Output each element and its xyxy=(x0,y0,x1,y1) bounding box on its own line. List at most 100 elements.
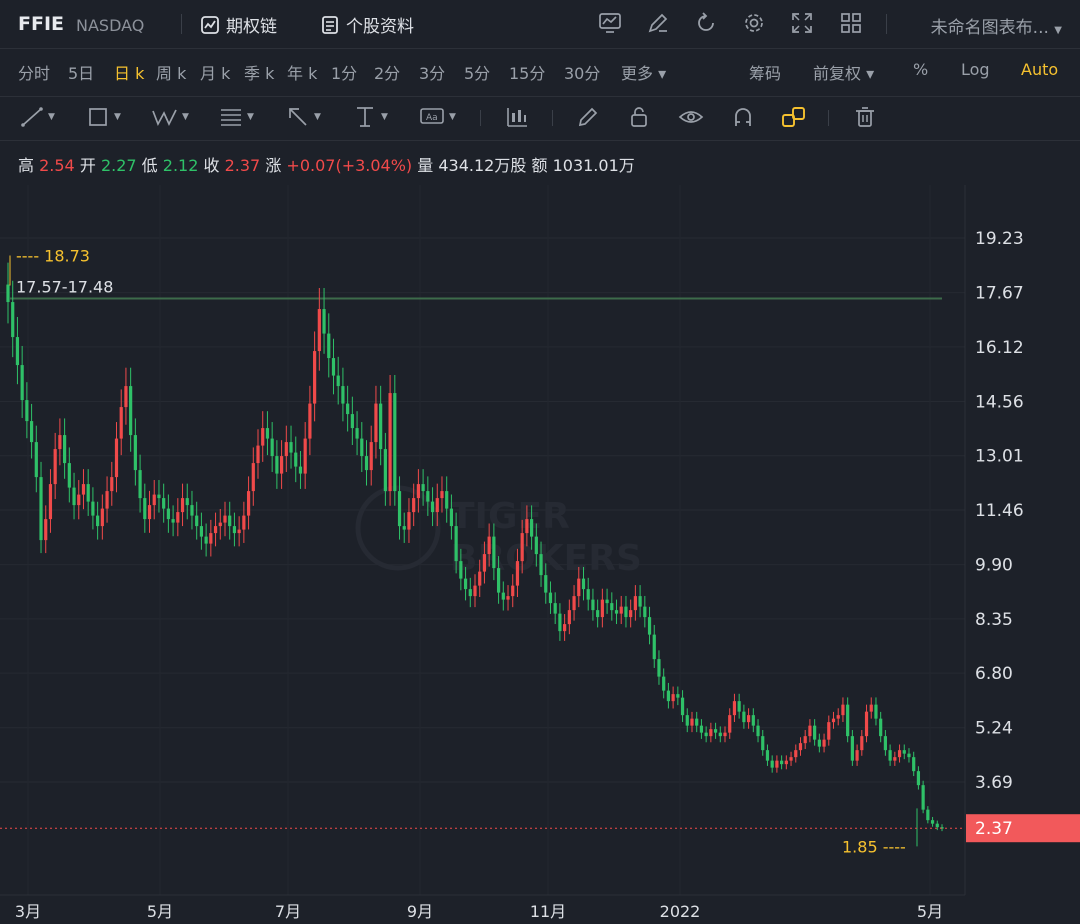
candle-body xyxy=(572,596,576,611)
magnet-icon xyxy=(735,108,751,126)
period-tab-5[interactable]: 季 k xyxy=(244,60,274,84)
period-tab-2[interactable]: 日 k xyxy=(114,60,144,84)
candle-body xyxy=(869,704,873,712)
fibonacci-icon xyxy=(221,109,241,126)
candle-body xyxy=(581,578,586,590)
candle-body xyxy=(515,561,520,586)
candle-body xyxy=(506,596,510,600)
stock-profile-label: 个股资料 xyxy=(346,17,414,37)
candle-body xyxy=(713,729,718,733)
period-tab-6[interactable]: 年 k xyxy=(287,60,317,84)
pencil-icon xyxy=(578,107,598,127)
layout-name-label: 未命名图表布... xyxy=(930,18,1049,38)
period-tab-13[interactable]: 更多 ▾ xyxy=(621,60,666,84)
period-tab-0[interactable]: 分时 xyxy=(18,60,50,84)
candle-body xyxy=(322,309,326,334)
candle-body xyxy=(553,603,557,614)
divider xyxy=(886,14,887,34)
text-tool[interactable]: Aa ▼ xyxy=(419,104,456,130)
candle-body xyxy=(346,403,350,415)
close-label: 收 xyxy=(203,156,220,175)
fullscreen-icon[interactable] xyxy=(789,11,815,37)
pencil-tool[interactable] xyxy=(576,104,600,130)
candle-body xyxy=(275,456,279,474)
max-marker-label: ---- 18.73 xyxy=(16,247,90,266)
layout-name-dropdown[interactable]: 未命名图表布... ▼ xyxy=(931,13,1062,38)
amount-label: 额 xyxy=(531,156,548,175)
candlestick-chart[interactable]: 19.23 17.67 16.12 14.56 13.01 11.46 9.90 8.35 6.… xyxy=(0,185,1080,924)
measure-tool[interactable]: ▼ xyxy=(353,104,388,130)
candle-body xyxy=(473,585,477,597)
chart-option-2[interactable]: % xyxy=(913,60,928,79)
period-tab-11[interactable]: 15分 xyxy=(509,60,545,84)
candle-body xyxy=(591,599,595,611)
visibility-tool[interactable] xyxy=(678,104,704,130)
x-tick-label: 5月 xyxy=(917,902,943,921)
candle-body xyxy=(176,512,180,523)
close-value: 2.37 xyxy=(224,156,261,175)
candle-body xyxy=(364,456,369,471)
fibonacci-tool[interactable]: ▼ xyxy=(219,104,254,130)
candle-body xyxy=(454,526,458,562)
candle-body xyxy=(445,491,449,509)
candle-body xyxy=(761,736,765,751)
period-tab-9[interactable]: 3分 xyxy=(419,60,445,84)
y-tick-label: 17.67 xyxy=(975,284,1024,304)
refresh-icon[interactable] xyxy=(693,11,719,37)
candle-body xyxy=(86,484,90,502)
link-drawings-tool[interactable] xyxy=(781,104,807,130)
y-tick-label: 9.90 xyxy=(975,556,1013,576)
wave-pattern-tool[interactable]: ▼ xyxy=(152,104,189,130)
delete-drawings-tool[interactable] xyxy=(853,104,877,130)
settings-gear-icon[interactable] xyxy=(741,11,767,37)
caret-down-icon: ▼ xyxy=(449,112,456,122)
period-tab-10[interactable]: 5分 xyxy=(464,60,490,84)
period-tab-1[interactable]: 5日 xyxy=(68,60,94,84)
period-tab-4[interactable]: 月 k xyxy=(200,60,230,84)
candle-body xyxy=(303,438,307,474)
y-tick-label: 19.23 xyxy=(975,229,1024,249)
period-tab-12[interactable]: 30分 xyxy=(564,60,600,84)
trash-icon xyxy=(856,107,874,127)
edit-icon[interactable] xyxy=(645,11,671,37)
candle-body xyxy=(926,809,930,821)
candle-body xyxy=(614,610,619,614)
stock-profile-button[interactable]: 个股资料 xyxy=(320,12,414,37)
svg-text:Aa: Aa xyxy=(426,113,438,123)
candle-body xyxy=(789,757,793,761)
divider xyxy=(0,96,1080,97)
candle-body xyxy=(883,736,887,751)
trend-line-icon xyxy=(21,107,43,127)
period-tab-3[interactable]: 周 k xyxy=(156,60,186,84)
candle-body xyxy=(119,407,123,439)
arrow-tool[interactable]: ▼ xyxy=(286,104,321,130)
divider xyxy=(181,14,182,34)
candle-body xyxy=(327,333,331,359)
chart-option-1[interactable]: 前复权 ▾ xyxy=(813,60,874,84)
chart-option-0[interactable]: 筹码 xyxy=(749,60,781,84)
top-bar: FFIE NASDAQ 期权链 个股资料 未命名图表布... ▼ xyxy=(0,0,1080,48)
magnet-tool[interactable] xyxy=(731,104,755,130)
open-label: 开 xyxy=(79,156,96,175)
candle-body xyxy=(388,393,392,492)
period-tab-7[interactable]: 1分 xyxy=(331,60,357,84)
indicator-chart-icon[interactable] xyxy=(597,11,623,37)
options-chain-button[interactable]: 期权链 xyxy=(200,12,277,37)
watermark-text: TIGER xyxy=(450,496,570,537)
candle-body xyxy=(53,449,57,485)
x-tick-label: 2022 xyxy=(660,902,701,921)
lock-tool[interactable] xyxy=(627,104,651,130)
period-tab-8[interactable]: 2分 xyxy=(374,60,400,84)
candle-body xyxy=(317,309,321,352)
trend-line-tool[interactable]: ▼ xyxy=(20,104,55,130)
candle-body xyxy=(794,750,798,758)
candle-body xyxy=(331,358,336,376)
caret-down-icon: ▼ xyxy=(48,112,55,122)
grid-layout-icon[interactable] xyxy=(838,11,864,37)
caret-down-icon: ▼ xyxy=(381,112,388,122)
candle-body xyxy=(605,599,609,604)
candle-pattern-tool[interactable] xyxy=(505,104,529,130)
chart-option-3[interactable]: Log xyxy=(961,60,990,79)
rectangle-tool[interactable]: ▼ xyxy=(86,104,121,130)
chart-option-4[interactable]: Auto xyxy=(1021,60,1058,79)
